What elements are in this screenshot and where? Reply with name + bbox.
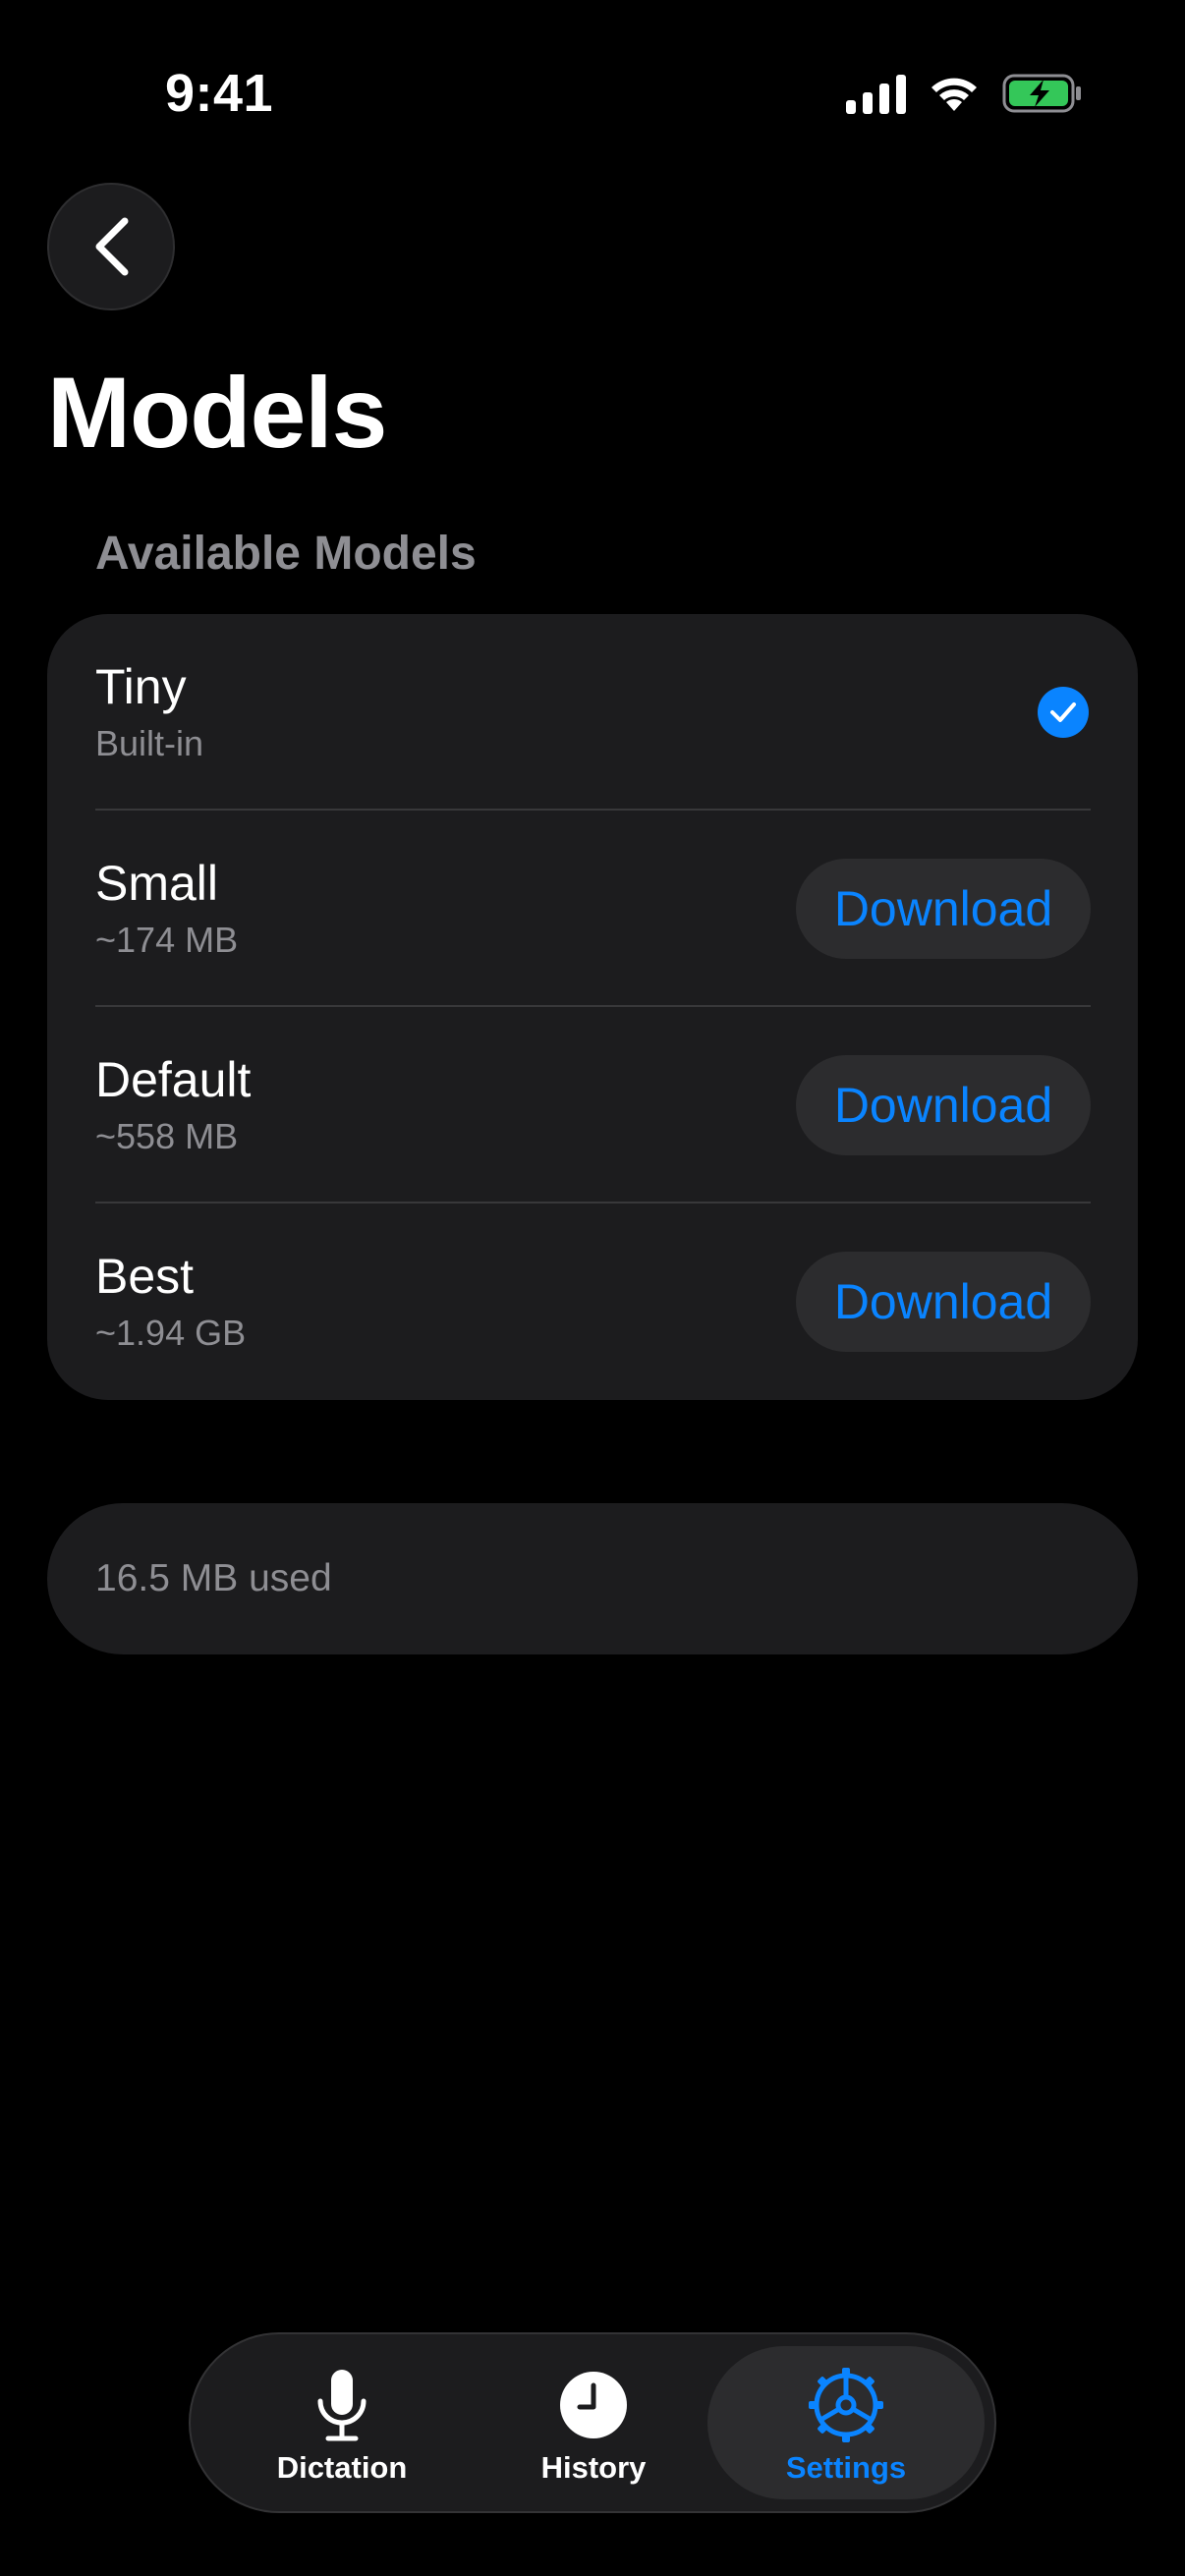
- model-detail: ~1.94 GB: [95, 1313, 247, 1353]
- tab-label: History: [540, 2450, 647, 2485]
- model-row-small: Small ~174 MB Download: [47, 811, 1138, 1007]
- model-row-best: Best ~1.94 GB Download: [47, 1204, 1138, 1400]
- clock-icon: [558, 2366, 629, 2444]
- battery-charging-icon: [1002, 74, 1081, 113]
- models-list: Tiny Built-in Small ~174 MB Download Def…: [47, 614, 1138, 1400]
- gear-icon: [808, 2366, 884, 2444]
- cellular-signal-icon: [846, 73, 906, 114]
- tab-bar: Dictation History Settings: [189, 2332, 996, 2513]
- status-icons: [846, 73, 1083, 114]
- download-best-button[interactable]: Download: [796, 1252, 1091, 1352]
- tab-history[interactable]: History: [476, 2346, 711, 2499]
- model-name: Small: [95, 856, 219, 911]
- tab-settings[interactable]: Settings: [707, 2346, 985, 2499]
- storage-usage-text: 16.5 MB used: [95, 1557, 332, 1599]
- checkmark-icon: [1038, 687, 1089, 738]
- wifi-icon: [931, 78, 977, 111]
- tab-label: Dictation: [276, 2450, 408, 2485]
- page-title: Models: [47, 357, 387, 469]
- back-button[interactable]: [47, 183, 175, 310]
- model-row-tiny[interactable]: Tiny Built-in: [47, 614, 1138, 811]
- model-row-default: Default ~558 MB Download: [47, 1007, 1138, 1204]
- tab-label: Settings: [785, 2450, 907, 2485]
- download-small-button[interactable]: Download: [796, 859, 1091, 959]
- model-name: Default: [95, 1052, 252, 1107]
- model-name: Best: [95, 1249, 195, 1304]
- tab-dictation[interactable]: Dictation: [224, 2346, 460, 2499]
- model-detail: Built-in: [95, 723, 204, 763]
- download-default-button[interactable]: Download: [796, 1055, 1091, 1155]
- section-header: Available Models: [95, 528, 477, 580]
- model-detail: ~558 MB: [95, 1116, 239, 1156]
- status-bar: 9:41: [0, 0, 1185, 187]
- model-name: Tiny: [95, 659, 187, 714]
- status-time: 9:41: [165, 64, 274, 123]
- microphone-icon: [314, 2366, 369, 2444]
- model-detail: ~174 MB: [95, 920, 239, 960]
- storage-usage-card: 16.5 MB used: [47, 1503, 1138, 1654]
- chevron-left-icon: [95, 217, 129, 276]
